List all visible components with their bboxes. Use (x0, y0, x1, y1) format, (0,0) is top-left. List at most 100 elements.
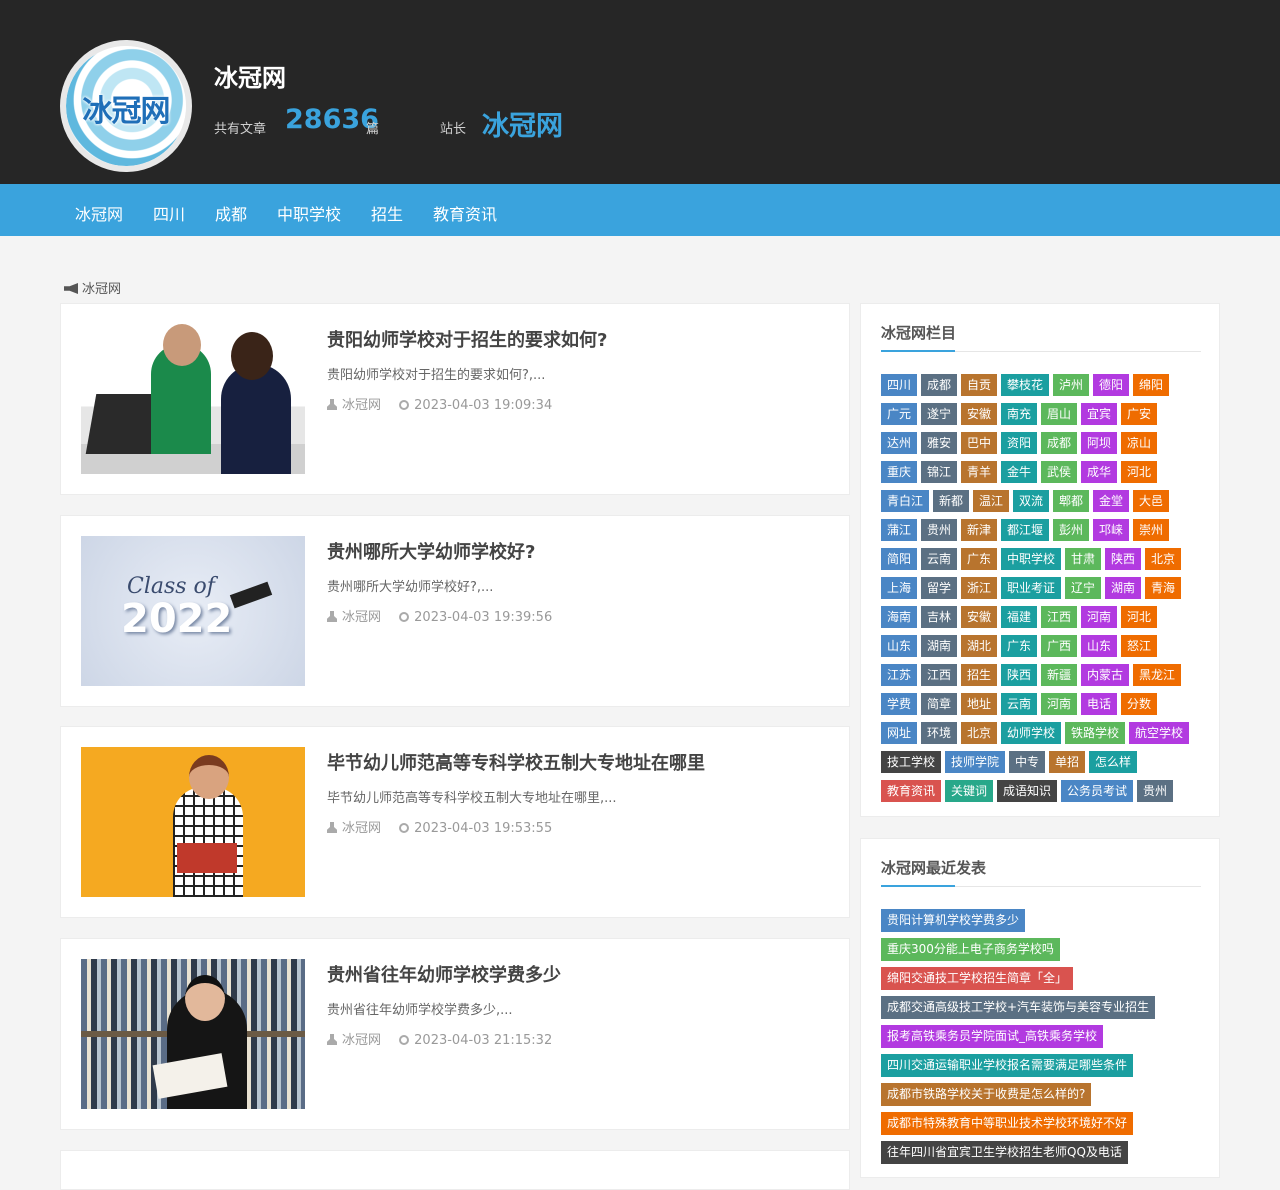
category-tag[interactable]: 青羊 (961, 461, 998, 483)
category-tag[interactable]: 邛崃 (1093, 519, 1130, 541)
category-tag[interactable]: 湖南 (1105, 577, 1142, 599)
category-tag[interactable]: 上海 (881, 577, 918, 599)
category-tag[interactable]: 攀枝花 (1001, 374, 1050, 396)
category-tag[interactable]: 技师学院 (945, 751, 1006, 773)
category-tag[interactable]: 广东 (961, 548, 998, 570)
category-tag[interactable]: 自贡 (961, 374, 998, 396)
category-tag[interactable]: 吉林 (921, 606, 958, 628)
category-tag[interactable]: 南充 (1001, 403, 1038, 425)
category-tag[interactable]: 双流 (1013, 490, 1050, 512)
category-tag[interactable]: 贵州 (921, 519, 958, 541)
category-tag[interactable]: 巴中 (961, 432, 998, 454)
category-tag[interactable]: 阿坝 (1081, 432, 1118, 454)
category-tag[interactable]: 贵州 (1137, 780, 1174, 802)
category-tag[interactable]: 新津 (961, 519, 998, 541)
category-tag[interactable]: 航空学校 (1129, 722, 1190, 744)
category-tag[interactable]: 宜宾 (1081, 403, 1118, 425)
category-tag[interactable]: 武侯 (1041, 461, 1078, 483)
site-title[interactable]: 冰冠网 (214, 58, 286, 93)
article-title[interactable]: 毕节幼儿师范高等专科学校五制大专地址在哪里 (327, 749, 705, 775)
nav-item-sichuan[interactable]: 四川 (153, 201, 185, 225)
category-tag[interactable]: 江西 (921, 664, 958, 686)
category-tag[interactable]: 简章 (921, 693, 958, 715)
category-tag[interactable]: 中职学校 (1001, 548, 1062, 570)
category-tag[interactable]: 网址 (881, 722, 918, 744)
category-tag[interactable]: 蒲江 (881, 519, 918, 541)
category-tag[interactable]: 福建 (1001, 606, 1038, 628)
category-tag[interactable]: 青海 (1145, 577, 1182, 599)
site-logo[interactable]: 冰冠网 (60, 40, 192, 172)
category-tag[interactable]: 河南 (1081, 606, 1118, 628)
nav-item-home[interactable]: 冰冠网 (75, 201, 123, 225)
recent-post-link[interactable]: 往年四川省宜宾卫生学校招生老师QQ及电话 (881, 1141, 1128, 1164)
category-tag[interactable]: 安徽 (961, 403, 998, 425)
site-owner-name[interactable]: 冰冠网 (482, 104, 563, 143)
category-tag[interactable]: 金堂 (1093, 490, 1130, 512)
category-tag[interactable]: 招生 (961, 664, 998, 686)
category-tag[interactable]: 成都 (921, 374, 958, 396)
category-tag[interactable]: 简阳 (881, 548, 918, 570)
category-tag[interactable]: 甘肃 (1065, 548, 1102, 570)
category-tag[interactable]: 成华 (1081, 461, 1118, 483)
category-tag[interactable]: 山东 (881, 635, 918, 657)
category-tag[interactable]: 大邑 (1133, 490, 1170, 512)
article-thumbnail[interactable] (81, 747, 305, 897)
category-tag[interactable]: 都江堰 (1001, 519, 1050, 541)
category-tag[interactable]: 北京 (1145, 548, 1182, 570)
nav-item-education-news[interactable]: 教育资讯 (433, 201, 497, 225)
nav-item-chengdu[interactable]: 成都 (215, 201, 247, 225)
category-tag[interactable]: 技工学校 (881, 751, 942, 773)
category-tag[interactable]: 达州 (881, 432, 918, 454)
category-tag[interactable]: 江西 (1041, 606, 1078, 628)
nav-item-vocational-schools[interactable]: 中职学校 (277, 201, 341, 225)
category-tag[interactable]: 铁路学校 (1065, 722, 1126, 744)
category-tag[interactable]: 彭州 (1053, 519, 1090, 541)
category-tag[interactable]: 职业考证 (1001, 577, 1062, 599)
recent-post-link[interactable]: 成都市铁路学校关于收费是怎么样的? (881, 1083, 1092, 1106)
category-tag[interactable]: 温江 (973, 490, 1010, 512)
category-tag[interactable]: 分数 (1121, 693, 1158, 715)
category-tag[interactable]: 德阳 (1093, 374, 1130, 396)
category-tag[interactable]: 地址 (961, 693, 998, 715)
category-tag[interactable]: 眉山 (1041, 403, 1078, 425)
category-tag[interactable]: 公务员考试 (1061, 780, 1134, 802)
category-tag[interactable]: 电话 (1081, 693, 1118, 715)
category-tag[interactable]: 河南 (1041, 693, 1078, 715)
category-tag[interactable]: 四川 (881, 374, 918, 396)
category-tag[interactable]: 雅安 (921, 432, 958, 454)
category-tag[interactable]: 怎么样 (1089, 751, 1138, 773)
article-title[interactable]: 贵阳幼师学校对于招生的要求如何? (327, 326, 607, 352)
breadcrumb-label[interactable]: 冰冠网 (82, 282, 121, 297)
category-tag[interactable]: 郫都 (1053, 490, 1090, 512)
category-tag[interactable]: 新都 (933, 490, 970, 512)
recent-post-link[interactable]: 四川交通运输职业学校报名需要满足哪些条件 (881, 1054, 1134, 1077)
category-tag[interactable]: 学费 (881, 693, 918, 715)
category-tag[interactable]: 中专 (1009, 751, 1046, 773)
category-tag[interactable]: 资阳 (1001, 432, 1038, 454)
category-tag[interactable]: 黑龙江 (1133, 664, 1182, 686)
recent-post-link[interactable]: 重庆300分能上电子商务学校吗 (881, 938, 1060, 961)
category-tag[interactable]: 内蒙古 (1081, 664, 1130, 686)
category-tag[interactable]: 青白江 (881, 490, 930, 512)
category-tag[interactable]: 广元 (881, 403, 918, 425)
category-tag[interactable]: 凉山 (1121, 432, 1158, 454)
category-tag[interactable]: 绵阳 (1133, 374, 1170, 396)
category-tag[interactable]: 河北 (1121, 461, 1158, 483)
recent-post-link[interactable]: 成都交通高级技工学校+汽车装饰与美容专业招生 (881, 996, 1156, 1019)
category-tag[interactable]: 广安 (1121, 403, 1158, 425)
recent-post-link[interactable]: 报考高铁乘务员学院面试_高铁乘务学校 (881, 1025, 1104, 1048)
category-tag[interactable]: 北京 (961, 722, 998, 744)
category-tag[interactable]: 云南 (921, 548, 958, 570)
article-title[interactable]: 贵州哪所大学幼师学校好? (327, 538, 535, 564)
recent-post-link[interactable]: 贵阳计算机学校学费多少 (881, 909, 1026, 932)
category-tag[interactable]: 山东 (1081, 635, 1118, 657)
category-tag[interactable]: 河北 (1121, 606, 1158, 628)
category-tag[interactable]: 陕西 (1001, 664, 1038, 686)
category-tag[interactable]: 关键词 (945, 780, 994, 802)
category-tag[interactable]: 湖北 (961, 635, 998, 657)
category-tag[interactable]: 广东 (1001, 635, 1038, 657)
category-tag[interactable]: 教育资讯 (881, 780, 942, 802)
category-tag[interactable]: 云南 (1001, 693, 1038, 715)
recent-post-link[interactable]: 成都市特殊教育中等职业技术学校环境好不好 (881, 1112, 1134, 1135)
category-tag[interactable]: 成都 (1041, 432, 1078, 454)
